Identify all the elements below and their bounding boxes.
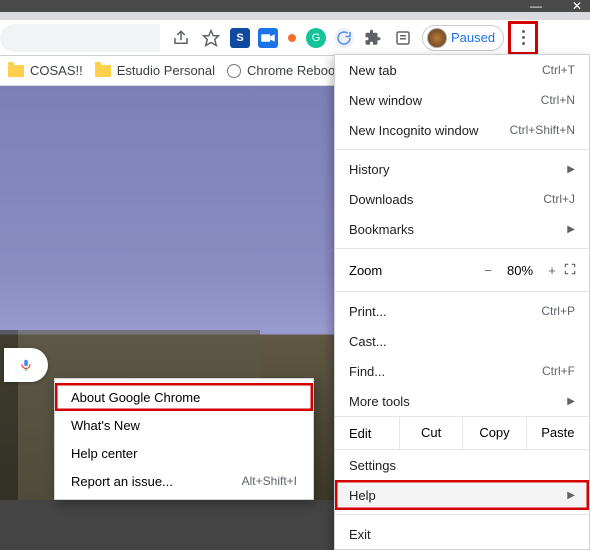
minimize-button[interactable]: — (530, 0, 542, 13)
menu-print[interactable]: Print...Ctrl+P (335, 296, 589, 326)
zoom-percent: 80% (499, 263, 541, 278)
menu-new-tab[interactable]: New tabCtrl+T (335, 55, 589, 85)
microphone-icon (19, 358, 33, 372)
bookmark-folder-cosas[interactable]: COSAS!! (8, 63, 83, 78)
zoom-label: Zoom (349, 263, 477, 278)
folder-icon (95, 65, 111, 77)
chrome-menu-button[interactable] (513, 26, 533, 50)
address-bar[interactable] (0, 24, 160, 52)
menu-new-incognito[interactable]: New Incognito windowCtrl+Shift+N (335, 115, 589, 145)
submenu-help-center[interactable]: Help center (55, 439, 313, 467)
browser-toolbar: S G Paused (0, 20, 590, 56)
menu-settings[interactable]: Settings (335, 450, 589, 480)
extension-reload-icon[interactable] (334, 28, 354, 48)
highlight-menu-button (508, 21, 538, 55)
extension-s-icon[interactable]: S (230, 28, 250, 48)
menu-separator (335, 149, 589, 150)
chevron-right-icon: ▶ (567, 164, 575, 175)
share-icon[interactable] (170, 27, 192, 49)
fullscreen-icon (563, 262, 577, 276)
menu-find[interactable]: Find...Ctrl+F (335, 356, 589, 386)
extension-dot-icon[interactable] (288, 34, 296, 42)
menu-separator (335, 248, 589, 249)
paste-button[interactable]: Paste (526, 416, 589, 450)
extension-camera-icon[interactable] (258, 28, 278, 48)
extension-g-icon[interactable]: G (306, 28, 326, 48)
submenu-about-chrome[interactable]: About Google Chrome (55, 383, 313, 411)
zoom-out-button[interactable]: − (477, 263, 499, 278)
submenu-report-issue[interactable]: Report an issue...Alt+Shift+I (55, 467, 313, 495)
edit-label: Edit (335, 426, 399, 441)
avatar-icon (427, 28, 447, 48)
chevron-right-icon: ▶ (567, 490, 575, 501)
paused-label: Paused (451, 30, 495, 45)
bookmark-link-reboot[interactable]: Chrome Reboot (227, 63, 339, 78)
globe-icon (227, 64, 241, 78)
menu-more-tools[interactable]: More tools▶ (335, 386, 589, 416)
menu-new-window[interactable]: New windowCtrl+N (335, 85, 589, 115)
chevron-right-icon: ▶ (567, 396, 575, 407)
os-titlebar: — ✕ (0, 0, 590, 12)
reading-list-icon[interactable] (392, 27, 414, 49)
menu-exit[interactable]: Exit (335, 519, 589, 549)
menu-separator (335, 514, 589, 515)
chrome-window: — ✕ S G Paused (0, 0, 590, 500)
menu-separator (335, 291, 589, 292)
bookmark-label: COSAS!! (30, 63, 83, 78)
help-submenu: About Google Chrome What's New Help cent… (54, 378, 314, 500)
bookmark-label: Chrome Reboot (247, 63, 339, 78)
menu-zoom-row: Zoom − 80% + (335, 253, 589, 287)
chrome-menu: New tabCtrl+T New windowCtrl+N New Incog… (334, 54, 590, 550)
star-icon[interactable] (200, 27, 222, 49)
menu-bookmarks[interactable]: Bookmarks▶ (335, 214, 589, 244)
bookmark-label: Estudio Personal (117, 63, 215, 78)
submenu-whats-new[interactable]: What's New (55, 411, 313, 439)
chevron-right-icon: ▶ (567, 224, 575, 235)
menu-downloads[interactable]: DownloadsCtrl+J (335, 184, 589, 214)
copy-button[interactable]: Copy (462, 416, 525, 450)
menu-help[interactable]: Help▶ (335, 480, 589, 510)
menu-history[interactable]: History▶ (335, 154, 589, 184)
menu-edit-row: Edit Cut Copy Paste (335, 416, 589, 450)
cut-button[interactable]: Cut (399, 416, 462, 450)
extensions-puzzle-icon[interactable] (362, 27, 384, 49)
tab-strip[interactable] (0, 12, 590, 20)
bookmark-folder-estudio[interactable]: Estudio Personal (95, 63, 215, 78)
profile-paused-chip[interactable]: Paused (422, 25, 504, 51)
zoom-in-button[interactable]: + (541, 263, 563, 278)
voice-search-button[interactable] (4, 348, 48, 382)
folder-icon (8, 65, 24, 77)
fullscreen-button[interactable] (563, 262, 577, 279)
close-button[interactable]: ✕ (572, 0, 582, 13)
menu-cast[interactable]: Cast... (335, 326, 589, 356)
